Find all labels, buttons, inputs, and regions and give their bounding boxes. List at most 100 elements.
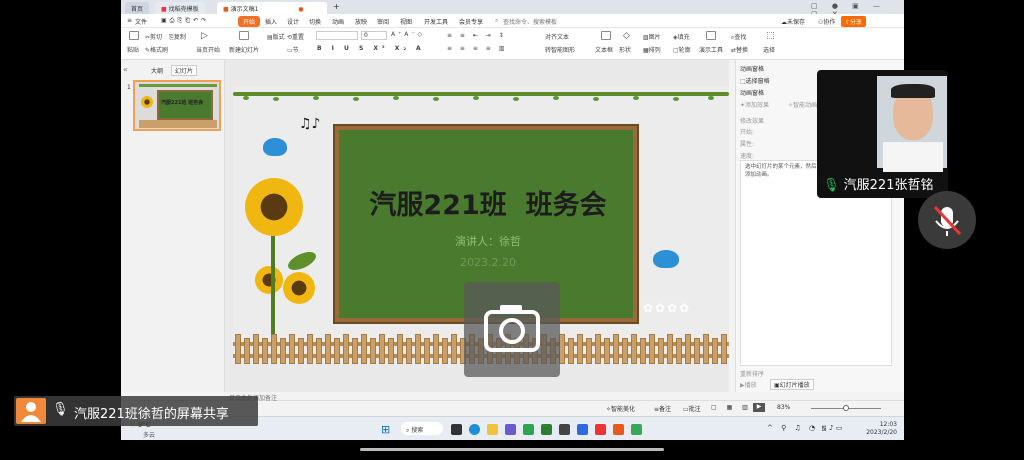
taskbar-time[interactable]: 12:03 bbox=[859, 421, 897, 428]
windows-start-icon[interactable]: ⊞ bbox=[381, 423, 390, 436]
tab-slides[interactable]: 幻灯片 bbox=[171, 65, 198, 76]
taskbar-search[interactable]: ⌕ 搜索 bbox=[401, 422, 443, 435]
section-button[interactable]: ▭节 bbox=[287, 45, 299, 54]
menu-member[interactable]: 会员专享 bbox=[459, 17, 483, 26]
store-icon[interactable] bbox=[505, 424, 516, 435]
textbox-button[interactable]: 文本框 bbox=[595, 45, 613, 54]
new-tab-button[interactable]: + bbox=[333, 2, 340, 11]
font-grow-shrink[interactable]: A⁺A⁻◇ bbox=[391, 31, 425, 38]
annotate-button[interactable]: ▭批注 bbox=[683, 404, 701, 413]
fill-button[interactable]: ◈填充 bbox=[673, 32, 690, 41]
hamburger-icon[interactable]: ≡ bbox=[127, 17, 132, 24]
collapse-pane-icon[interactable]: « bbox=[123, 65, 128, 74]
menu-review[interactable]: 审阅 bbox=[377, 17, 389, 26]
list-buttons[interactable]: ≡ ≡ ⇤ ⇥ ↕ bbox=[447, 32, 507, 39]
meeting-app-icon[interactable] bbox=[577, 424, 588, 435]
screen-share-banner[interactable]: 🎙 汽服221班徐哲的屏幕共享 bbox=[14, 396, 258, 426]
font-size-select[interactable]: 0 bbox=[361, 31, 387, 40]
file-explorer-icon[interactable] bbox=[487, 424, 498, 435]
share-button[interactable]: ⇪分享 bbox=[841, 16, 867, 27]
edge-icon[interactable] bbox=[469, 424, 480, 435]
view-buttons[interactable]: ▢ ▦ ▥ bbox=[711, 404, 752, 411]
present-tools-icon[interactable] bbox=[706, 31, 716, 40]
paste-button[interactable]: 粘贴 bbox=[127, 45, 139, 54]
excel-icon[interactable] bbox=[541, 424, 552, 435]
smart-animation-button[interactable]: ✧智能动画 bbox=[788, 100, 817, 109]
zoom-level[interactable]: 83% bbox=[777, 404, 790, 411]
slide-date[interactable]: 2023.2.20 bbox=[413, 256, 563, 269]
new-slide-button[interactable]: 新建幻灯片 bbox=[229, 45, 259, 54]
add-effect-button[interactable]: ✦添加效果 bbox=[740, 100, 769, 109]
format-painter-button[interactable]: ✎格式刷 bbox=[145, 45, 168, 54]
menu-developer[interactable]: 开发工具 bbox=[424, 17, 448, 26]
mute-button[interactable] bbox=[918, 191, 976, 249]
font-name-select[interactable] bbox=[316, 31, 358, 40]
menu-animation[interactable]: 动画 bbox=[332, 17, 344, 26]
wechat-icon[interactable] bbox=[523, 424, 534, 435]
camera-overlay[interactable] bbox=[464, 282, 560, 377]
menu-slideshow[interactable]: 放映 bbox=[355, 17, 367, 26]
select-pane-link[interactable]: ⬚选择窗格 bbox=[740, 76, 770, 85]
copy-button[interactable]: ⎘复制 bbox=[169, 32, 186, 42]
font-style-buttons[interactable]: B I U S X² X₂ A bbox=[317, 45, 425, 52]
animation-pane-link[interactable]: 动画窗格 bbox=[740, 88, 764, 97]
textbox-icon[interactable] bbox=[601, 31, 611, 40]
arrange-button[interactable]: ▦排列 bbox=[643, 45, 661, 54]
shape-icon[interactable]: ◇ bbox=[623, 31, 630, 41]
tray-icons[interactable]: ^ ⚲ ♫ ◔ bbox=[767, 424, 818, 432]
smart-beautify-button[interactable]: ✧智能美化 bbox=[606, 404, 635, 413]
layout-button[interactable]: ▤版式 bbox=[267, 32, 285, 41]
unsaved-status[interactable]: ☁未保存 bbox=[781, 17, 805, 26]
slide-title[interactable]: 汽服221班 班务会 bbox=[343, 183, 633, 222]
align-buttons[interactable]: ≡ ≡ ≡ ≡ ▥ bbox=[447, 45, 507, 52]
menu-start[interactable]: 开始 bbox=[238, 16, 261, 27]
zoom-slider-thumb[interactable] bbox=[843, 405, 849, 411]
taskview-icon[interactable] bbox=[451, 424, 462, 435]
ppt-taskbar-icon[interactable] bbox=[613, 424, 624, 435]
menu-view[interactable]: 视图 bbox=[400, 17, 412, 26]
wifi-volume-icon[interactable]: ᯾ ♪ ▭ bbox=[821, 424, 843, 433]
slide-thumbnail[interactable]: 汽服221班 班务会 bbox=[133, 80, 221, 131]
replace-button[interactable]: ⇄替换 bbox=[731, 45, 748, 54]
command-search-input[interactable]: 查找命令、搜索模板 bbox=[503, 17, 557, 26]
app-icon[interactable] bbox=[631, 424, 642, 435]
select-icon[interactable]: ⬚ bbox=[766, 31, 775, 41]
reset-button[interactable]: ⟲重置 bbox=[287, 32, 304, 41]
search-icon[interactable]: ⌕ bbox=[495, 17, 498, 25]
present-tools-button[interactable]: 演示工具 bbox=[699, 45, 723, 54]
menu-design[interactable]: 设计 bbox=[287, 17, 299, 26]
camera-app-icon[interactable] bbox=[559, 424, 570, 435]
play-button[interactable]: ▶播放 bbox=[740, 380, 757, 389]
paste-icon[interactable] bbox=[129, 31, 139, 40]
wps-icon[interactable] bbox=[595, 424, 606, 435]
slide-presenter[interactable]: 演讲人：徐哲 bbox=[413, 233, 563, 249]
smart-graphic-button[interactable]: 转智能图形 bbox=[545, 45, 575, 54]
quick-access-icons[interactable]: ▣⎙⎘⎗↶↷ bbox=[161, 17, 209, 25]
new-slide-icon[interactable] bbox=[239, 31, 249, 40]
cut-button[interactable]: ✂剪切 bbox=[145, 32, 162, 41]
find-button[interactable]: ⌕查找 bbox=[731, 32, 746, 42]
slideshow-button[interactable]: ▣幻灯片播放 bbox=[770, 379, 814, 390]
tab-outline[interactable]: 大纲 bbox=[151, 66, 163, 75]
participant-video-tile[interactable]: 🎙 汽服221张哲铭 bbox=[817, 70, 948, 198]
notes-button[interactable]: ≡备注 bbox=[654, 404, 671, 413]
outline-button[interactable]: ▢轮廓 bbox=[673, 45, 691, 54]
picture-button[interactable]: ▨图片 bbox=[643, 32, 661, 41]
collab-button[interactable]: ⚇协作 bbox=[818, 17, 835, 26]
align-text-button[interactable]: 对齐文本 bbox=[545, 32, 569, 41]
menu-insert[interactable]: 插入 bbox=[265, 17, 277, 26]
play-from-current-button[interactable]: 当页开始 bbox=[196, 45, 220, 54]
fence-post bbox=[631, 334, 637, 364]
home-indicator[interactable] bbox=[360, 448, 664, 451]
shape-button[interactable]: 形状 bbox=[619, 45, 631, 54]
taskbar-date[interactable]: 2023/2/20 bbox=[851, 429, 897, 436]
menu-file[interactable]: 文件 bbox=[135, 17, 147, 26]
slideshow-play-icon[interactable]: ▶ bbox=[753, 403, 765, 412]
select-button[interactable]: 选择 bbox=[763, 45, 775, 54]
tab-templates[interactable]: ■ 找稻壳模板 bbox=[155, 2, 205, 14]
menu-transition[interactable]: 切换 bbox=[309, 17, 321, 26]
tab-presentation[interactable]: ■ 演示文稿1 ● bbox=[217, 2, 327, 14]
tab-home[interactable]: 首页 bbox=[125, 2, 150, 14]
fence-post bbox=[397, 334, 403, 364]
play-icon[interactable]: ▷ bbox=[201, 31, 208, 41]
